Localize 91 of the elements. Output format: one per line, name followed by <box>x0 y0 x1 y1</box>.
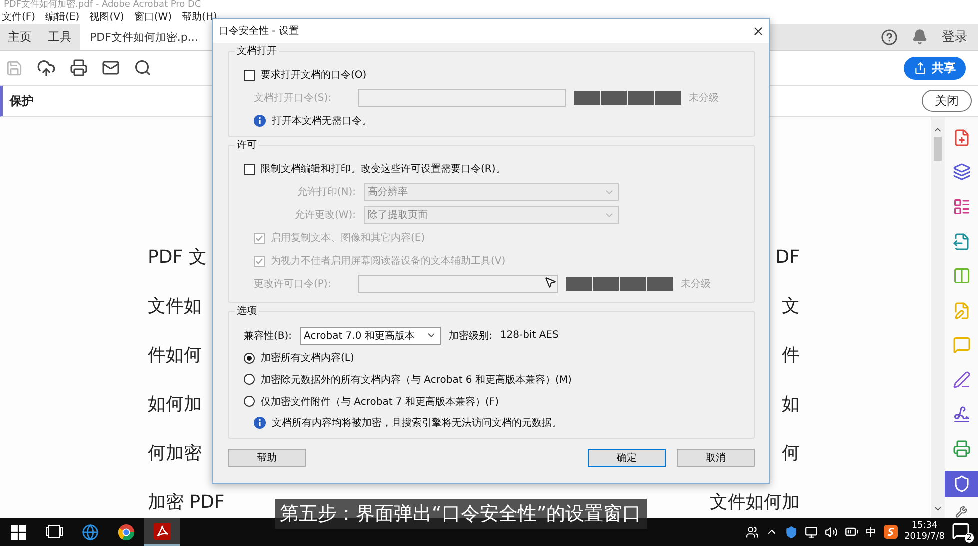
notification-button[interactable]: 2 <box>952 522 972 542</box>
radio-button[interactable] <box>244 352 255 364</box>
info-text: 打开本文档无需口令。 <box>272 114 372 128</box>
field-label: 更改许可口令(P): <box>254 278 332 291</box>
radio-label: 加密所有文档内容(L) <box>261 352 354 366</box>
field-label: 允许打印(N): <box>296 186 356 199</box>
tab[interactable]: 工具 <box>40 24 80 50</box>
input-method-icon[interactable] <box>884 525 898 539</box>
wrench-icon[interactable] <box>955 506 968 518</box>
scroll-thumb[interactable] <box>934 137 942 161</box>
task-view-icon <box>46 525 62 539</box>
input-method[interactable]: 中 <box>866 524 877 540</box>
checkbox-label: 要求打开文档的口令(O) <box>261 68 367 82</box>
document-text: 加密 PDF <box>148 491 225 515</box>
document-text: 如何加 <box>148 393 202 417</box>
dialog-button[interactable]: 取消 <box>677 449 755 467</box>
menu-item[interactable]: 视图(V) <box>90 10 124 24</box>
signature-icon[interactable] <box>952 406 970 424</box>
menu-item[interactable]: 编辑(E) <box>46 10 80 24</box>
dialog-button[interactable]: 帮助 <box>228 449 306 467</box>
group-title: 许可 <box>235 138 259 152</box>
radio-button[interactable] <box>244 374 255 386</box>
group-title: 选项 <box>235 304 259 318</box>
checkbox[interactable] <box>244 70 255 80</box>
info-icon <box>254 417 266 430</box>
radio-button[interactable] <box>244 396 255 408</box>
document-text: 何加密 <box>148 442 202 466</box>
document-text: 文件如 <box>148 295 202 319</box>
file-plus-icon[interactable] <box>952 128 970 147</box>
globe-icon <box>82 524 98 540</box>
taskbar-app[interactable] <box>144 518 180 546</box>
field-label: 文档打开口令(S): <box>254 92 333 105</box>
subtitle-caption: 第五步：界面弹出“口令安全性”的设置窗口 <box>275 499 647 529</box>
acrobat-icon <box>154 522 170 540</box>
network-icon[interactable] <box>804 526 818 538</box>
strength-rating: 未分级 <box>681 278 711 291</box>
pen-icon[interactable] <box>952 371 970 390</box>
four-squares-icon <box>10 524 26 540</box>
document-text: 文件如何加 <box>710 491 800 515</box>
dialog-button[interactable]: 确定 <box>588 449 666 467</box>
radio-label: 仅加密文件附件（与 Acrobat 7 和更高版本兼容）(F) <box>261 396 500 409</box>
document-text: DF <box>776 246 800 270</box>
layout-list-icon[interactable] <box>952 198 970 216</box>
volume-icon[interactable] <box>824 526 838 538</box>
search-icon[interactable] <box>134 59 152 77</box>
dropdown[interactable]: Acrobat 7.0 和更高版本 <box>300 326 442 345</box>
shield-icon <box>952 474 970 493</box>
field-label: 允许更改(W): <box>294 208 356 222</box>
bell-icon[interactable] <box>912 29 928 45</box>
battery-icon[interactable] <box>844 525 859 539</box>
document-text: 如 <box>782 393 800 417</box>
panel-title: 保护 <box>10 92 34 110</box>
close-icon[interactable] <box>752 24 765 38</box>
share-icon <box>914 62 927 74</box>
pointer-icon <box>544 276 557 289</box>
field-label: 兼容性(B): <box>244 330 292 343</box>
sign-in-link[interactable]: 登录 <box>942 28 968 46</box>
checkbox-label: 启用复制文本、图像和其它内容(E) <box>271 232 426 245</box>
sidebar-tool-button[interactable] <box>945 471 978 497</box>
tab[interactable]: 主页 <box>0 24 40 50</box>
document-text: PDF 文 <box>148 246 207 270</box>
notification-count: 2 <box>964 533 974 543</box>
help-icon[interactable] <box>881 28 898 46</box>
menu-item[interactable]: 文件(F) <box>2 10 36 24</box>
close-button[interactable]: 关闭 <box>922 90 972 112</box>
document-text: 件如何 <box>148 344 202 368</box>
share-button[interactable]: 共享 <box>904 56 966 80</box>
checkbox-label: 限制文档编辑和打印。改变这些许可设置需要口令(R)。 <box>261 162 506 176</box>
info-icon <box>254 115 266 127</box>
printer-icon[interactable] <box>70 59 88 77</box>
document-text: 何 <box>782 442 800 466</box>
chrome-icon <box>118 524 134 540</box>
document-text: 文 <box>782 295 800 319</box>
info-text: 文档所有内容均将被加密，且搜索引擎将无法访问文档的元数据。 <box>272 416 562 430</box>
checkbox[interactable] <box>244 164 255 174</box>
shield-icon[interactable] <box>784 526 798 538</box>
people-icon[interactable] <box>746 526 759 538</box>
group-title: 文档打开 <box>235 44 279 58</box>
file-arrow-icon[interactable] <box>952 232 970 251</box>
checkbox-label: 为视力不佳者启用屏幕阅读器设备的文本辅助工具(V) <box>271 254 506 268</box>
notification-icon <box>952 522 970 540</box>
menu-item[interactable]: 窗口(W) <box>134 10 172 24</box>
field-label: 加密级别: <box>449 330 492 343</box>
layers-icon[interactable] <box>952 163 970 182</box>
upload-icon[interactable] <box>37 58 56 78</box>
document-text: 件 <box>782 344 800 368</box>
strength-rating: 未分级 <box>689 92 719 105</box>
clock[interactable]: 15:34 2019/7/8 <box>904 521 945 543</box>
radio-label: 加密除元数据外的所有文档内容（与 Acrobat 6 和更高版本兼容）(M) <box>261 374 572 387</box>
encryption-level: 128-bit AES <box>500 330 559 342</box>
mail-icon[interactable] <box>102 59 120 77</box>
